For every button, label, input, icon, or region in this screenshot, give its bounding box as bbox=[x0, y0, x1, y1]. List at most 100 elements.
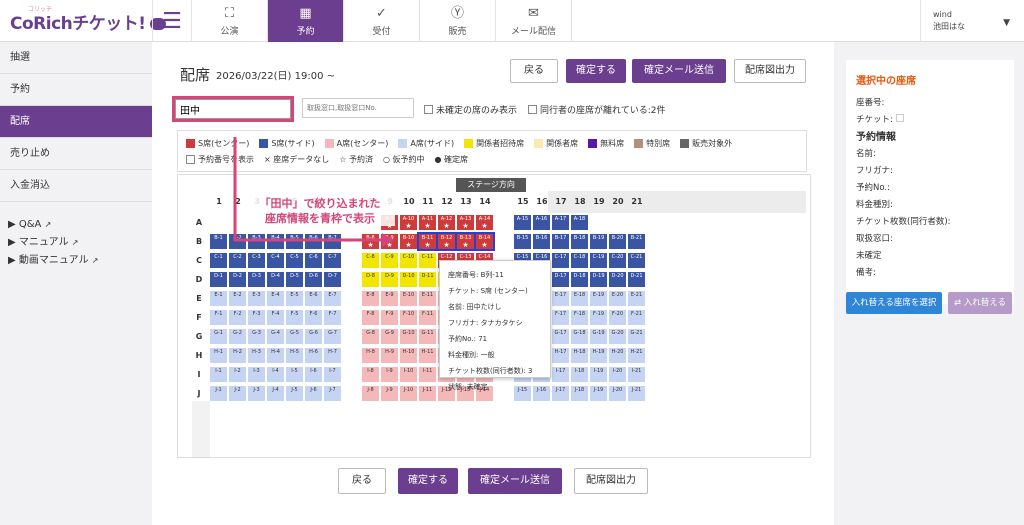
panel-title: 選択中の座席 bbox=[856, 76, 916, 87]
print-seatmap-button[interactable]: 配席図出力 bbox=[734, 59, 806, 83]
theater-icon: ⛶ bbox=[224, 5, 235, 21]
nav-label: 公演 bbox=[220, 26, 239, 37]
search-input[interactable] bbox=[175, 99, 291, 119]
nav-tab-reservation[interactable]: ▦ 予約 bbox=[268, 0, 344, 42]
panel-field: フリガナ: bbox=[856, 166, 893, 176]
sidebar-item-lottery[interactable]: 抽選 bbox=[0, 42, 152, 74]
tooltip-ticket-count: チケット枚数(同行者数): 3 bbox=[448, 367, 533, 375]
nav-label: 販売 bbox=[448, 26, 467, 37]
panel-ticket: チケット: bbox=[856, 112, 1004, 129]
checkbox[interactable] bbox=[424, 105, 433, 114]
legend-swatch bbox=[464, 138, 474, 148]
legend-item: 関係者招待席 bbox=[464, 138, 524, 149]
checkbox[interactable] bbox=[186, 154, 195, 164]
back-button-bottom[interactable]: 戻る bbox=[338, 468, 386, 494]
legend-item: 無料席 bbox=[588, 138, 624, 149]
mail-icon: ✉ bbox=[528, 5, 539, 21]
confirm-mail-button-bottom[interactable]: 確定メール送信 bbox=[468, 468, 562, 494]
external-link-icon: ↗ bbox=[44, 220, 52, 229]
nav-tab-performance[interactable]: ⛶ 公演 bbox=[192, 0, 268, 42]
link-label: ▶ 動画マニュアル bbox=[8, 255, 89, 266]
panel-field: 名前: bbox=[856, 149, 876, 159]
confirm-mail-button[interactable]: 確定メール送信 bbox=[632, 59, 726, 83]
top-bar: コリッチ CoRichチケット! ☰ ⛶ 公演 ▦ 予約 ✓ 受付 Ⓨ 販売 ✉ メール配… bbox=[0, 0, 1024, 42]
nav-tab-reception[interactable]: ✓ 受付 bbox=[344, 0, 420, 42]
panel-reservation-heading: 予約情報 bbox=[856, 132, 896, 143]
confirm-button-bottom[interactable]: 確定する bbox=[398, 468, 458, 494]
link-label: ▶ Q&A bbox=[8, 219, 42, 230]
legend-label: 無料席 bbox=[600, 138, 625, 148]
sidebar-link-video-manual[interactable]: ▶ 動画マニュアル ↗ bbox=[0, 252, 152, 270]
external-link-icon: ↗ bbox=[91, 256, 99, 265]
select-swap-seat-button[interactable]: 入れ替える座席を選択 bbox=[846, 292, 942, 314]
hamburger-menu-button[interactable]: ☰ bbox=[152, 0, 192, 42]
legend-label: 関係者招待席 bbox=[476, 138, 525, 148]
nav-label: メール配信 bbox=[510, 26, 556, 37]
print-seatmap-button-bottom[interactable]: 配席図出力 bbox=[574, 468, 648, 494]
legend-swatch bbox=[634, 138, 644, 148]
external-link-icon: ↗ bbox=[71, 238, 79, 247]
tooltip-fee-type: 料金種別: 一般 bbox=[448, 351, 495, 359]
tooltip-seat: 座席番号: B列-11 bbox=[448, 271, 504, 279]
legend-swatch bbox=[534, 138, 544, 148]
selected-seat-panel: 選択中の座席 座番号: チケット: 予約情報 名前: フリガナ: 予約No.: … bbox=[846, 60, 1014, 304]
calendar-icon: ▦ bbox=[299, 5, 312, 21]
sidebar-item-stop-sale[interactable]: 売り止め bbox=[0, 138, 152, 170]
swap-icon: ⇄ bbox=[953, 298, 962, 308]
user-menu[interactable]: wind 池田はな ▼ bbox=[920, 0, 1024, 42]
legend-label: 販売対象外 bbox=[692, 138, 733, 148]
sidebar-link-manual[interactable]: ▶ マニュアル ↗ bbox=[0, 234, 152, 252]
ticket-color-swatch bbox=[895, 114, 904, 122]
legend-item: 販売対象外 bbox=[680, 138, 732, 149]
legend-swatch bbox=[588, 138, 598, 148]
checkbox-label: 同行者の座席が離れている:2件 bbox=[540, 106, 666, 116]
menu-icon: ☰ bbox=[162, 8, 182, 34]
sidebar-item-seating[interactable]: 配席 bbox=[0, 106, 152, 138]
tooltip-status: 状態: 未確定 bbox=[448, 383, 488, 391]
main-nav: ⛶ 公演 ▦ 予約 ✓ 受付 Ⓨ 販売 ✉ メール配信 bbox=[192, 0, 572, 42]
page-title: 配席 bbox=[180, 66, 211, 84]
yen-icon: Ⓨ bbox=[450, 5, 464, 21]
counter-search-input[interactable] bbox=[302, 98, 414, 118]
back-button[interactable]: 戻る bbox=[510, 59, 558, 83]
callout-text: 「田中」で絞り込まれた 座席情報を青枠で表示 bbox=[245, 196, 395, 226]
nav-tab-mail[interactable]: ✉ メール配信 bbox=[496, 0, 572, 42]
checkbox-label: 未確定の席のみ表示 bbox=[436, 106, 518, 116]
tooltip-reservation-no: 予約No.: 71 bbox=[448, 335, 488, 343]
companions-apart-checkbox[interactable]: 同行者の座席が離れている:2件 bbox=[528, 103, 666, 116]
panel-seat-no: 座番号: bbox=[856, 98, 885, 108]
panel-field: 料金種別: bbox=[856, 200, 893, 210]
unconfirmed-only-checkbox[interactable]: 未確定の席のみ表示 bbox=[424, 103, 517, 116]
sidebar-item-reservation[interactable]: 予約 bbox=[0, 74, 152, 106]
checkbox[interactable] bbox=[528, 105, 537, 114]
link-label: ▶ マニュアル bbox=[8, 237, 69, 248]
panel-field: 取扱窓口: bbox=[856, 234, 893, 244]
logo-ruby: コリッチ bbox=[28, 6, 53, 13]
legend-label: ● 確定席 bbox=[434, 154, 469, 164]
legend-item: 特別席 bbox=[634, 138, 670, 149]
app-logo[interactable]: コリッチ CoRichチケット! bbox=[10, 6, 166, 34]
sidebar-link-qa[interactable]: ▶ Q&A ↗ bbox=[0, 216, 152, 234]
sidebar: 抽選 予約 配席 売り止め 入金消込 ▶ Q&A ↗ ▶ マニュアル ↗ ▶ 動… bbox=[0, 42, 152, 525]
callout-layer: 「田中」で絞り込まれた 座席情報を青枠で表示 座席番号: B列-11 チケット:… bbox=[177, 174, 811, 458]
panel-field: 備考: bbox=[856, 268, 876, 278]
swap-seat-button[interactable]: ⇄ 入れ替える bbox=[948, 292, 1012, 314]
nav-label: 受付 bbox=[372, 26, 391, 37]
legend-swatch bbox=[680, 138, 690, 148]
user-org: wind bbox=[933, 10, 952, 19]
legend-swatch bbox=[186, 138, 195, 148]
nav-tab-sales[interactable]: Ⓨ 販売 bbox=[420, 0, 496, 42]
sidebar-item-payment-match[interactable]: 入金消込 bbox=[0, 170, 152, 202]
panel-field: チケット枚数(同行者数): bbox=[856, 217, 951, 227]
legend-label: 特別席 bbox=[646, 138, 671, 148]
tooltip-name: 名前: 田中たけし bbox=[448, 303, 502, 311]
swap-label: 入れ替える bbox=[963, 298, 1007, 308]
panel-field: 予約No.: bbox=[856, 183, 890, 193]
confirm-button[interactable]: 確定する bbox=[566, 59, 626, 83]
seat-tooltip: 座席番号: B列-11 チケット: S席 (センター) 名前: 田中たけし フリ… bbox=[439, 260, 551, 391]
legend-item: 関係者席 bbox=[534, 138, 578, 149]
search-box-highlight bbox=[172, 96, 294, 122]
legend-marker: ● 確定席 bbox=[435, 154, 469, 165]
legend-label: 関係者席 bbox=[546, 138, 579, 148]
user-name: 池田はな bbox=[933, 22, 965, 31]
